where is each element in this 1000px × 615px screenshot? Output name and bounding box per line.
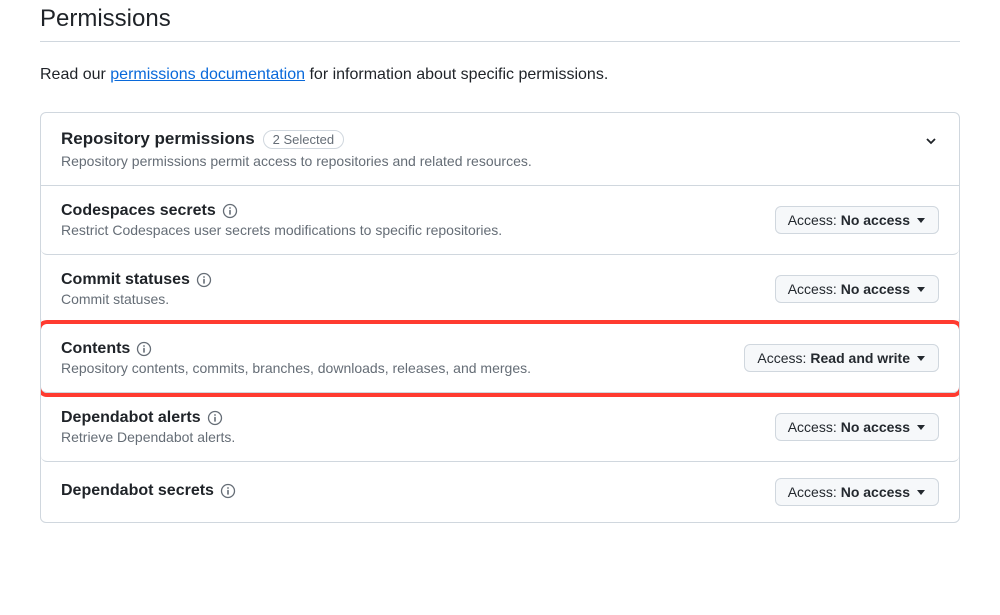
caret-down-icon <box>916 487 926 497</box>
permission-row: Contents Repository contents, commits, b… <box>41 324 959 393</box>
access-value: No access <box>841 419 910 435</box>
permission-row: Dependabot alerts Retrieve Dependabot al… <box>41 393 959 462</box>
section-subtitle: Repository permissions permit access to … <box>61 153 923 169</box>
intro-suffix: for information about specific permissio… <box>305 66 608 83</box>
access-value: No access <box>841 484 910 500</box>
access-label: Access: <box>788 484 837 500</box>
permission-row: Commit statuses Commit statuses. Access:… <box>41 255 959 324</box>
permissions-doc-link[interactable]: permissions documentation <box>110 66 305 83</box>
repository-permissions-header[interactable]: Repository permissions 2 Selected Reposi… <box>41 113 959 186</box>
info-icon[interactable] <box>136 341 152 357</box>
permission-title: Codespaces secrets <box>61 202 216 220</box>
chevron-down-icon <box>923 133 939 154</box>
info-icon[interactable] <box>196 272 212 288</box>
divider <box>40 41 960 42</box>
access-value: Read and write <box>810 350 910 366</box>
section-title: Repository permissions <box>61 129 255 149</box>
selected-count-badge: 2 Selected <box>263 130 344 149</box>
access-label: Access: <box>788 281 837 297</box>
access-value: No access <box>841 281 910 297</box>
access-label: Access: <box>788 419 837 435</box>
access-dropdown-button[interactable]: Access: No access <box>775 413 939 441</box>
permission-description: Restrict Codespaces user secrets modific… <box>61 222 775 238</box>
info-icon[interactable] <box>207 410 223 426</box>
permission-description: Retrieve Dependabot alerts. <box>61 429 775 445</box>
access-label: Access: <box>788 212 837 228</box>
permission-title: Dependabot alerts <box>61 409 201 427</box>
caret-down-icon <box>916 284 926 294</box>
permission-title: Contents <box>61 340 130 358</box>
info-icon[interactable] <box>222 203 238 219</box>
caret-down-icon <box>916 422 926 432</box>
intro-prefix: Read our <box>40 66 110 83</box>
page-title: Permissions <box>40 0 960 41</box>
access-label: Access: <box>757 350 806 366</box>
access-dropdown-button[interactable]: Access: No access <box>775 478 939 506</box>
access-dropdown-button[interactable]: Access: Read and write <box>744 344 939 372</box>
caret-down-icon <box>916 353 926 363</box>
permission-row: Dependabot secrets Access: No access <box>41 462 959 522</box>
permission-description: Commit statuses. <box>61 291 775 307</box>
access-dropdown-button[interactable]: Access: No access <box>775 275 939 303</box>
access-dropdown-button[interactable]: Access: No access <box>775 206 939 234</box>
permissions-panel: Repository permissions 2 Selected Reposi… <box>40 112 960 523</box>
info-icon[interactable] <box>220 483 236 499</box>
access-value: No access <box>841 212 910 228</box>
permission-row: Codespaces secrets Restrict Codespaces u… <box>41 186 959 255</box>
permission-title: Commit statuses <box>61 271 190 289</box>
caret-down-icon <box>916 215 926 225</box>
permission-description: Repository contents, commits, branches, … <box>61 360 744 376</box>
intro-text: Read our permissions documentation for i… <box>40 66 960 84</box>
permission-title: Dependabot secrets <box>61 482 214 500</box>
